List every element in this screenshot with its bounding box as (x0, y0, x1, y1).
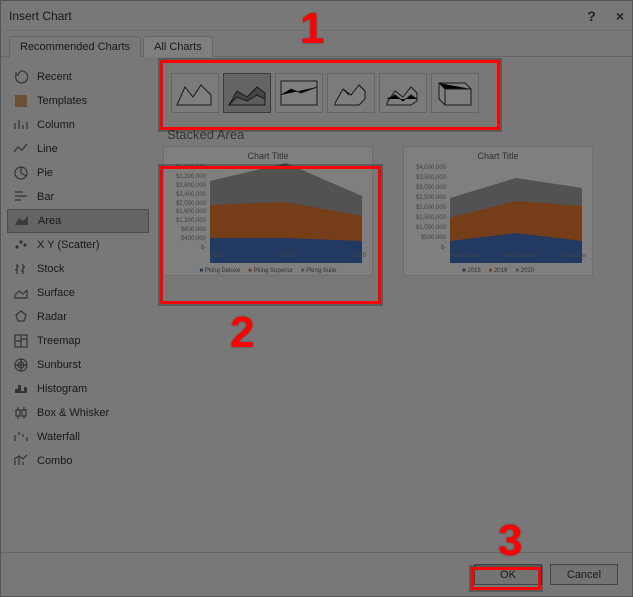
subtype-100-stacked-area[interactable] (275, 73, 323, 113)
stock-icon (13, 261, 29, 277)
chart-category-sidebar: Recent Templates Column Line Pie Bar (1, 57, 149, 552)
sidebar-item-treemap[interactable]: Treemap (7, 329, 149, 353)
sidebar-item-recent[interactable]: Recent (7, 65, 149, 89)
titlebar: Insert Chart ? × (1, 1, 632, 31)
subtype-area[interactable] (171, 73, 219, 113)
sidebar-item-histogram[interactable]: Histogram (7, 377, 149, 401)
subtype-3d-stacked-area[interactable] (379, 73, 427, 113)
sidebar-item-templates[interactable]: Templates (7, 89, 149, 113)
y-axis-ticks: $3,600,000$3,200,000$2,800,000$2,400,000… (168, 165, 206, 251)
recent-icon (13, 69, 29, 85)
y-axis-ticks-2: $4,000,000$3,500,000$3,000,000$2,500,000… (408, 165, 446, 251)
sidebar-item-line[interactable]: Line (7, 137, 149, 161)
chart-preview-1[interactable]: Chart Title $3,600,000$3,200,000$2,800,0… (163, 146, 373, 276)
chart-preview-2-title: Chart Title (410, 151, 586, 161)
waterfall-icon (13, 429, 29, 445)
tab-all-charts[interactable]: All Charts (143, 36, 213, 57)
box-whisker-icon (13, 405, 29, 421)
cancel-button[interactable]: Cancel (550, 564, 618, 585)
radar-icon (13, 309, 29, 325)
area-icon (14, 213, 30, 229)
surface-icon (13, 285, 29, 301)
sidebar-item-bar[interactable]: Bar (7, 185, 149, 209)
x-axis-ticks-2: Pking DeluxePking SuperiorPking Suite (450, 253, 586, 259)
sidebar-item-surface[interactable]: Surface (7, 281, 149, 305)
sidebar-item-column[interactable]: Column (7, 113, 149, 137)
templates-icon (13, 93, 29, 109)
chart-preview-2[interactable]: Chart Title $4,000,000$3,500,000$3,000,0… (403, 146, 593, 276)
sidebar-item-pie[interactable]: Pie (7, 161, 149, 185)
line-icon (13, 141, 29, 157)
legend-2: 2018 2019 2020 (410, 268, 586, 274)
insert-chart-dialog: Insert Chart ? × Recommended Charts All … (0, 0, 633, 597)
help-icon[interactable]: ? (587, 8, 596, 24)
sidebar-item-waterfall[interactable]: Waterfall (7, 425, 149, 449)
sidebar-item-scatter[interactable]: X Y (Scatter) (7, 233, 149, 257)
treemap-icon (13, 333, 29, 349)
combo-icon (13, 453, 29, 469)
chart-preview-1-title: Chart Title (170, 151, 366, 161)
subtype-stacked-area[interactable] (223, 73, 271, 113)
dialog-footer: OK Cancel (1, 552, 632, 596)
column-icon (13, 117, 29, 133)
x-axis-ticks: 201820192020 (210, 253, 366, 259)
pie-icon (13, 165, 29, 181)
close-icon[interactable]: × (616, 8, 624, 24)
tab-recommended-charts[interactable]: Recommended Charts (9, 36, 141, 57)
subtype-heading: Stacked Area (167, 127, 614, 142)
sidebar-item-stock[interactable]: Stock (7, 257, 149, 281)
bar-icon (13, 189, 29, 205)
subtype-3d-area[interactable] (327, 73, 375, 113)
chart-subtype-row (163, 65, 618, 121)
sunburst-icon (13, 357, 29, 373)
sidebar-item-radar[interactable]: Radar (7, 305, 149, 329)
sidebar-item-combo[interactable]: Combo (7, 449, 149, 473)
scatter-icon (13, 237, 29, 253)
ok-button[interactable]: OK (474, 564, 542, 585)
histogram-icon (13, 381, 29, 397)
sidebar-item-sunburst[interactable]: Sunburst (7, 353, 149, 377)
sidebar-item-box-whisker[interactable]: Box & Whisker (7, 401, 149, 425)
sidebar-item-area[interactable]: Area (7, 209, 149, 233)
legend: Pking Deluxe Pking Superior Pking Suite (170, 268, 366, 274)
window-title: Insert Chart (9, 9, 72, 23)
subtype-3d-100-stacked-area[interactable] (431, 73, 479, 113)
